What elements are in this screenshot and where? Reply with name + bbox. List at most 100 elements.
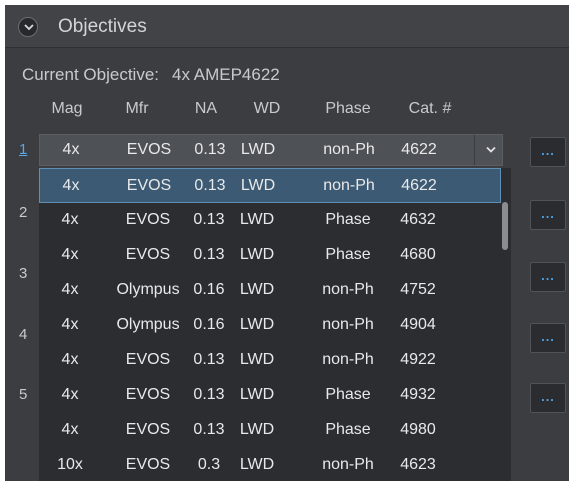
- chevron-down-icon: [24, 24, 34, 31]
- option-mfr: EVOS: [126, 177, 172, 194]
- ellipsis-icon: ...: [541, 143, 555, 158]
- slot-number-3: 3: [19, 265, 28, 282]
- dropdown-option[interactable]: 4x EVOS 0.13 LWD Phase 4632: [39, 203, 501, 238]
- dropdown-option[interactable]: 10x EVOS 0.3 LWD non-Ph 4623: [39, 448, 501, 481]
- selected-cat: 4622: [401, 141, 437, 158]
- ellipsis-icon: ...: [541, 389, 555, 404]
- option-cat: 4632: [400, 211, 436, 228]
- option-mag: 4x: [61, 316, 79, 333]
- option-mag: 4x: [61, 351, 79, 368]
- option-wd: LWD: [239, 246, 275, 263]
- more-button-slot-1[interactable]: ...: [530, 137, 566, 167]
- dropdown-option[interactable]: 4x EVOS 0.13 LWD Phase 4980: [39, 413, 501, 448]
- option-mfr: EVOS: [125, 421, 171, 438]
- more-button-slot-4[interactable]: ...: [530, 323, 566, 353]
- panel-title: Objectives: [58, 16, 147, 37]
- option-cat: 4904: [400, 316, 436, 333]
- column-header: Mag: [51, 100, 83, 117]
- option-phase: Phase: [325, 246, 371, 263]
- option-wd: LWD: [239, 421, 275, 438]
- option-mfr: EVOS: [125, 386, 171, 403]
- selected-mag: 4x: [62, 141, 80, 158]
- ellipsis-icon: ...: [541, 268, 555, 283]
- option-na: 0.13: [194, 177, 226, 194]
- current-objective: Current Objective: 4x AMEP4622: [22, 65, 280, 85]
- dropdown-option[interactable]: 4x EVOS 0.13 LWD non-Ph 4622: [39, 168, 501, 203]
- option-mag: 10x: [57, 456, 83, 473]
- option-na: 0.13: [193, 246, 225, 263]
- column-header: Cat. #: [408, 100, 452, 117]
- dropdown-option[interactable]: 4x EVOS 0.13 LWD non-Ph 4922: [39, 343, 501, 378]
- slot-number-2: 2: [19, 204, 28, 221]
- option-wd: LWD: [239, 211, 275, 228]
- column-header: Phase: [325, 100, 371, 117]
- option-cat: 4752: [400, 281, 436, 298]
- option-mag: 4x: [61, 211, 79, 228]
- slot-number-1[interactable]: 1: [19, 141, 27, 158]
- scrollbar-thumb[interactable]: [502, 202, 508, 250]
- option-na: 0.13: [193, 351, 225, 368]
- selected-wd: LWD: [240, 141, 276, 158]
- option-wd: LWD: [239, 386, 275, 403]
- option-mag: 4x: [61, 421, 79, 438]
- dropdown-option[interactable]: 4x EVOS 0.13 LWD Phase 4680: [39, 238, 501, 273]
- more-button-slot-3[interactable]: ...: [530, 262, 566, 292]
- option-phase: Phase: [325, 211, 371, 228]
- option-na: 0.16: [193, 316, 225, 333]
- objective-select-slot-1[interactable]: 4x EVOS 0.13 LWD non-Ph 4622: [39, 134, 503, 166]
- option-cat: 4932: [400, 386, 436, 403]
- option-wd: LWD: [239, 316, 275, 333]
- option-mfr: EVOS: [125, 351, 171, 368]
- option-mfr: Olympus: [116, 316, 180, 333]
- column-header: Mfr: [125, 100, 149, 117]
- option-phase: non-Ph: [323, 177, 375, 194]
- dropdown-option[interactable]: 4x Olympus 0.16 LWD non-Ph 4904: [39, 308, 501, 343]
- current-objective-value: 4x AMEP4622: [172, 65, 280, 84]
- option-phase: Phase: [325, 386, 371, 403]
- option-mag: 4x: [62, 177, 80, 194]
- option-na: 0.13: [193, 421, 225, 438]
- option-wd: LWD: [240, 177, 276, 194]
- current-objective-label: Current Objective:: [22, 65, 159, 84]
- option-mag: 4x: [61, 246, 79, 263]
- selected-mfr: EVOS: [126, 141, 172, 158]
- dropdown-option[interactable]: 4x EVOS 0.13 LWD Phase 4932: [39, 378, 501, 413]
- option-na: 0.13: [193, 386, 225, 403]
- collapse-button[interactable]: [18, 17, 38, 37]
- option-na: 0.13: [193, 211, 225, 228]
- option-mag: 4x: [61, 281, 79, 298]
- column-header: WD: [253, 100, 281, 117]
- option-cat: 4980: [400, 421, 436, 438]
- option-phase: non-Ph: [322, 281, 374, 298]
- option-wd: LWD: [239, 456, 275, 473]
- slot-number-4: 4: [19, 326, 28, 343]
- selected-na: 0.13: [194, 141, 226, 158]
- option-mfr: EVOS: [125, 246, 171, 263]
- option-mfr: EVOS: [125, 456, 171, 473]
- option-cat: 4623: [400, 456, 436, 473]
- option-na: 0.16: [193, 281, 225, 298]
- slot-number-5: 5: [19, 386, 28, 403]
- more-button-slot-5[interactable]: ...: [530, 383, 566, 413]
- option-phase: non-Ph: [322, 351, 374, 368]
- option-cat: 4922: [400, 351, 436, 368]
- selected-phase: non-Ph: [323, 141, 375, 158]
- objectives-panel: Objectives Current Objective: 4x AMEP4622…: [5, 5, 569, 481]
- select-divider: [474, 135, 475, 165]
- option-cat: 4622: [401, 177, 437, 194]
- option-cat: 4680: [400, 246, 436, 263]
- dropdown-option[interactable]: 4x Olympus 0.16 LWD non-Ph 4752: [39, 273, 501, 308]
- ellipsis-icon: ...: [541, 206, 555, 221]
- panel-header[interactable]: Objectives: [5, 5, 569, 48]
- option-phase: non-Ph: [322, 456, 374, 473]
- more-button-slot-2[interactable]: ...: [530, 200, 566, 230]
- objective-dropdown-list[interactable]: 10x EVOS 0.3 LWD non-Ph 4623 4x EVOS 0.13 LWD Phas…: [39, 168, 511, 481]
- option-wd: LWD: [239, 351, 275, 368]
- ellipsis-icon: ...: [541, 329, 555, 344]
- column-header: NA: [194, 100, 218, 117]
- option-phase: Phase: [325, 421, 371, 438]
- option-phase: non-Ph: [322, 316, 374, 333]
- option-mag: 4x: [61, 386, 79, 403]
- chevron-down-icon[interactable]: [485, 146, 497, 154]
- option-mfr: Olympus: [116, 281, 180, 298]
